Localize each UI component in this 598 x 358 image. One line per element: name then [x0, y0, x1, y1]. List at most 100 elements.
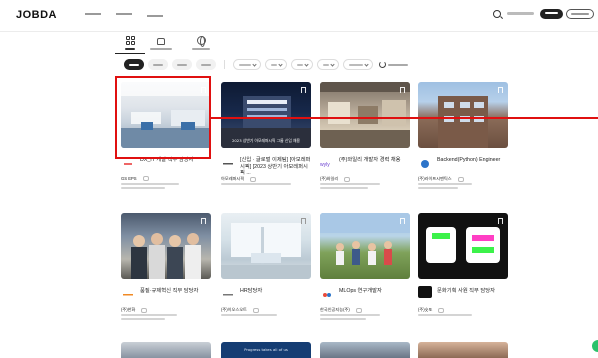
- filter-bar: [124, 59, 408, 70]
- bookmark-icon[interactable]: [301, 87, 306, 93]
- like-icon[interactable]: [141, 307, 148, 313]
- neon-logo-illustration: [426, 227, 500, 263]
- company-name: (주)한화: [121, 307, 136, 312]
- filter-chip-3[interactable]: [172, 59, 192, 70]
- card-image[interactable]: [320, 342, 410, 358]
- card-detail-line: [320, 318, 366, 320]
- card-title[interactable]: 품질·규제혁신 직무 담당자: [140, 288, 198, 295]
- filter-chip-4[interactable]: [196, 59, 216, 70]
- job-card[interactable]: MLOps 연구개발자 한국인공지능(주): [320, 213, 410, 320]
- card-company-row: Backend(Python) Engineer: [418, 155, 508, 169]
- company-name: (주)라이프시맨틱스: [418, 176, 452, 181]
- job-card[interactable]: 문화기획 사원 직무 담당자 (주)숏또: [418, 213, 508, 316]
- card-title[interactable]: MLOps 연구개발자: [339, 288, 382, 295]
- bookmark-icon[interactable]: [498, 87, 503, 93]
- account-link[interactable]: [507, 12, 534, 15]
- nav-item-1[interactable]: [82, 11, 101, 20]
- bookmark-icon[interactable]: [498, 218, 503, 224]
- card-image[interactable]: Progress takes all of us: [221, 342, 311, 358]
- filter-dropdown-4[interactable]: [317, 59, 339, 70]
- company-logo: [221, 286, 235, 298]
- card-meta: 한국인공지능(주): [320, 307, 410, 313]
- card-image[interactable]: [418, 82, 508, 148]
- card-company-row: [신입 · 글로벌 이제팀] [아모레퍼시픽] [2023 상반기 아모레퍼시픽…: [221, 155, 311, 176]
- card-company-row: 문화기획 사원 직무 담당자: [418, 286, 508, 300]
- company-logo: [418, 286, 432, 298]
- category-overseas[interactable]: [186, 36, 216, 50]
- card-image[interactable]: [418, 342, 508, 358]
- card-company-row: HR담당자: [221, 286, 311, 300]
- jobda-logo[interactable]: JOBDA: [16, 9, 57, 21]
- filter-chip-1[interactable]: [124, 59, 144, 70]
- filter-dropdown-1[interactable]: [233, 59, 261, 70]
- signup-button[interactable]: [566, 9, 594, 19]
- like-icon[interactable]: [438, 307, 445, 313]
- like-icon[interactable]: [355, 307, 362, 313]
- main-nav: [82, 11, 163, 20]
- card-title[interactable]: (주)와일리 개발자 경력 채용: [339, 157, 401, 164]
- chat-fab-button[interactable]: [592, 340, 598, 352]
- card-meta: 아모레퍼시픽: [221, 176, 311, 182]
- card-title[interactable]: 문화기획 사원 직무 담당자: [437, 288, 495, 295]
- search-icon[interactable]: [493, 10, 501, 18]
- bookmark-icon[interactable]: [400, 87, 405, 93]
- company-name: (주)와일리: [320, 176, 339, 181]
- card-image[interactable]: [221, 213, 311, 279]
- card-image[interactable]: [418, 213, 508, 279]
- card-title[interactable]: [신입 · 글로벌 이제팀] [아모레퍼시픽] [2023 상반기 아모레퍼시픽…: [240, 157, 311, 177]
- like-icon[interactable]: [252, 307, 259, 313]
- filter-dropdown-3[interactable]: [291, 59, 313, 70]
- filter-dropdown-2[interactable]: [265, 59, 287, 70]
- company-name: (주)이오스오트: [221, 307, 247, 312]
- image-caption: 2023 상반기 아모레퍼시픽 그룹 신입 채용: [231, 138, 301, 143]
- job-card[interactable]: wyly (주)와일리 개발자 경력 채용 (주)와일리: [320, 82, 410, 189]
- card-image[interactable]: [121, 342, 211, 358]
- filter-dropdown-5[interactable]: [343, 59, 373, 70]
- top-header: JOBDA: [0, 0, 598, 32]
- card-meta: (주)이오스오트: [221, 307, 311, 313]
- company-name: (주)숏또: [418, 307, 433, 312]
- card-title[interactable]: Backend(Python) Engineer: [437, 157, 500, 164]
- company-name: GS EPS: [121, 176, 137, 181]
- category-all[interactable]: [115, 36, 145, 54]
- card-meta: (주)숏또: [418, 307, 508, 313]
- like-icon[interactable]: [250, 176, 257, 182]
- job-card[interactable]: HR담당자 (주)이오스오트: [221, 213, 311, 316]
- globe-icon: [196, 36, 206, 47]
- image-caption: Progress takes all of us: [244, 347, 288, 352]
- nav-item-3[interactable]: [144, 11, 163, 20]
- nav-item-2[interactable]: [113, 11, 132, 20]
- bookmark-icon[interactable]: [301, 218, 306, 224]
- job-card[interactable]: 2023 상반기 아모레퍼시픽 그룹 신입 채용 [신입 · 글로벌 이제팀] …: [221, 82, 311, 185]
- company-logo: wyly: [320, 155, 334, 168]
- team-illustration: [131, 233, 201, 279]
- card-title[interactable]: HR담당자: [240, 288, 262, 295]
- company-name: 아모레퍼시픽: [221, 176, 245, 181]
- card-company-row: MLOps 연구개발자: [320, 286, 410, 300]
- card-image[interactable]: [121, 213, 211, 279]
- card-detail-line: [121, 314, 177, 316]
- category-label: [192, 48, 210, 50]
- category-recommended[interactable]: [146, 36, 176, 50]
- card-meta: (주)라이프시맨틱스: [418, 176, 508, 182]
- card-image[interactable]: 2023 상반기 아모레퍼시픽 그룹 신입 채용: [221, 82, 311, 148]
- card-detail-line: [121, 187, 165, 189]
- job-card[interactable]: Backend(Python) Engineer (주)라이프시맨틱스: [418, 82, 508, 189]
- bookmark-icon[interactable]: [400, 218, 405, 224]
- card-detail-line: [221, 183, 291, 185]
- bookmark-icon[interactable]: [201, 218, 206, 224]
- company-logo: [320, 286, 334, 298]
- like-icon[interactable]: [457, 176, 464, 182]
- like-icon[interactable]: [344, 176, 351, 182]
- card-image[interactable]: [320, 213, 410, 279]
- login-button[interactable]: [540, 9, 563, 19]
- filter-reset-button[interactable]: [379, 61, 408, 68]
- card-image[interactable]: [320, 82, 410, 148]
- filter-chip-2[interactable]: [148, 59, 168, 70]
- card-detail-line: [221, 314, 277, 316]
- office-illustration: [320, 82, 410, 148]
- job-card[interactable]: 품질·규제혁신 직무 담당자 (주)한화: [121, 213, 211, 320]
- card-detail-line: [418, 183, 472, 185]
- like-icon[interactable]: [142, 176, 149, 181]
- card-meta: (주)한화: [121, 307, 211, 313]
